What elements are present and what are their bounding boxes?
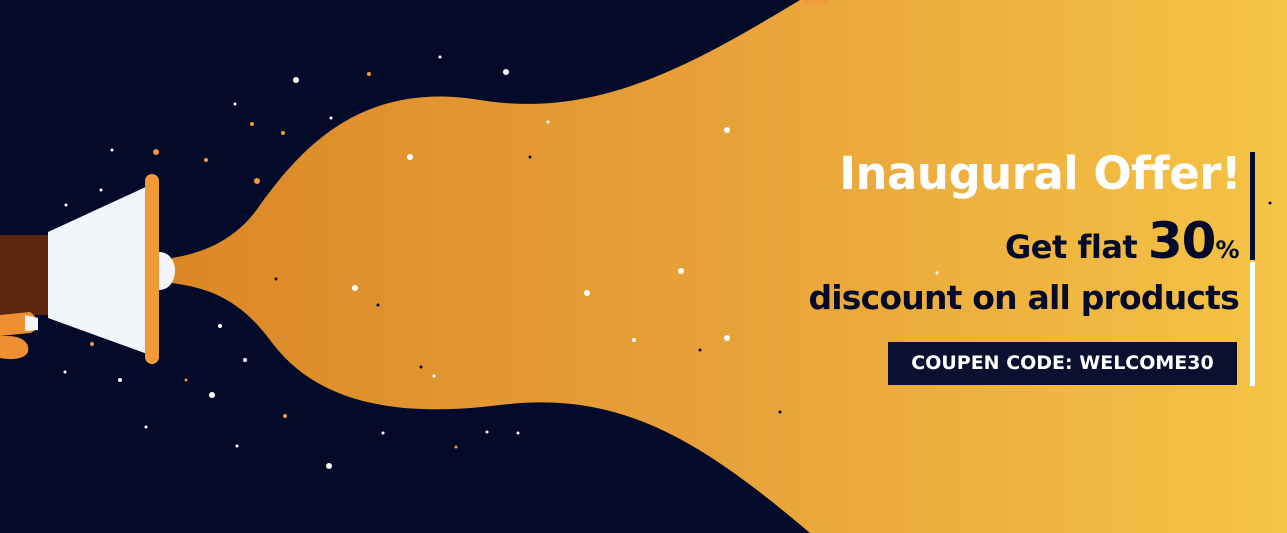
offer-block: Get flat 30% discount on all products (808, 216, 1239, 320)
offer-prefix: Get flat (1005, 228, 1148, 266)
promo-banner: Inaugural Offer! Get flat 30% discount o… (0, 0, 1287, 533)
offer-line-2: discount on all products (808, 278, 1239, 317)
megaphone-icon (48, 174, 175, 364)
offer-line-1: Get flat 30% (808, 216, 1239, 274)
coupon-code-badge: COUPEN CODE: WELCOME30 (888, 342, 1237, 385)
offer-value: 30 (1147, 212, 1217, 270)
top-accent (803, 0, 827, 4)
offer-percent: % (1215, 236, 1239, 264)
accent-bar-dark (1250, 152, 1255, 260)
accent-bar-light (1250, 262, 1255, 386)
headline: Inaugural Offer! (839, 147, 1241, 200)
